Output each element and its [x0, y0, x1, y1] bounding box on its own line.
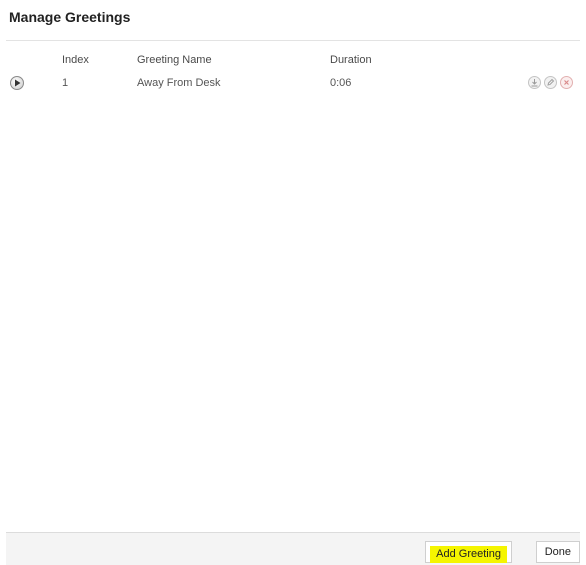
done-button[interactable]: Done — [535, 541, 580, 563]
row-actions — [528, 76, 573, 89]
dialog-title: Manage Greetings — [9, 9, 131, 25]
column-header-greeting-name: Greeting Name — [137, 54, 212, 66]
add-greeting-button[interactable]: Add Greeting — [425, 541, 512, 563]
delete-icon[interactable] — [560, 76, 573, 89]
row-duration: 0:06 — [330, 77, 352, 89]
row-greeting-name: Away From Desk — [137, 77, 221, 89]
download-icon[interactable] — [528, 76, 541, 89]
column-header-index: Index — [62, 54, 89, 66]
greetings-table: Index Greeting Name Duration 1 Away From… — [0, 50, 586, 98]
table-header: Index Greeting Name Duration — [0, 50, 586, 74]
edit-icon[interactable] — [544, 76, 557, 89]
column-header-duration: Duration — [330, 54, 372, 66]
play-icon[interactable] — [10, 76, 24, 90]
title-divider — [6, 40, 580, 41]
dialog-footer: Add Greeting Done — [6, 532, 580, 565]
add-greeting-label: Add Greeting — [430, 546, 507, 563]
table-row: 1 Away From Desk 0:06 — [0, 74, 586, 98]
manage-greetings-dialog: Manage Greetings Index Greeting Name Dur… — [0, 0, 586, 565]
row-index: 1 — [62, 77, 69, 89]
